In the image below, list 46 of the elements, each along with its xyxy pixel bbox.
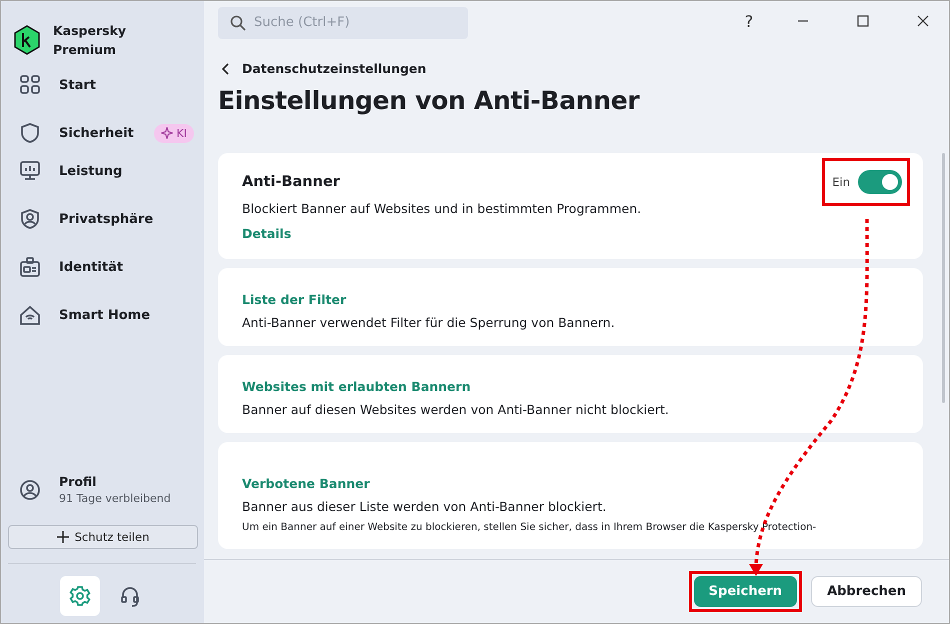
id-card-icon [19, 256, 41, 278]
app-name: Kaspersky Premium [53, 22, 128, 59]
grid-icon [19, 74, 41, 96]
share-button[interactable]: Schutz teilen [8, 525, 198, 549]
card-description: Banner aus dieser Liste werden von Anti-Banner blockiert. [242, 499, 608, 514]
nav-item[interactable]: Start [13, 65, 196, 105]
nav-item[interactable]: Smart Home [13, 295, 196, 335]
close-icon[interactable] [917, 15, 929, 27]
card-description: Anti-Banner verwendet Filter für die Sperrung von Bannern. [242, 315, 616, 330]
nav-item[interactable]: Leistung [13, 151, 196, 191]
nav-item[interactable]: Sicherheit KI [13, 113, 196, 153]
toggle-switch[interactable] [858, 170, 902, 194]
chevron-left-icon [222, 62, 230, 74]
settings-button[interactable] [60, 576, 100, 616]
card-link[interactable]: Liste der Filter [242, 292, 899, 307]
card-link[interactable]: Websites mit erlaubten Bannern [242, 379, 899, 394]
user-icon [19, 478, 41, 500]
home-wifi-icon [19, 304, 41, 326]
toggle-label: Ein [832, 175, 850, 189]
gear-icon [68, 585, 90, 607]
nav-item[interactable]: Privatsphäre [13, 199, 196, 239]
search-icon [230, 14, 246, 30]
logo-icon [13, 25, 41, 55]
nav-item[interactable]: Identität [13, 247, 196, 287]
cancel-button[interactable]: Abbrechen [811, 576, 922, 607]
page-title: Einstellungen von Anti-Banner [218, 86, 641, 115]
search-field[interactable]: Suche (Ctrl+F) [218, 6, 468, 38]
ai-badge: KI [154, 124, 194, 142]
card-description: Blockiert Banner auf Websites und in bestimmten Programmen. [242, 201, 642, 216]
card-note: Um ein Banner auf einer Website zu blockieren, stellen Sie sicher, dass in Ihrem Browser die Kaspersky Protection- [242, 522, 818, 533]
help-button[interactable]: ? [725, 12, 773, 30]
card-title: Anti-Banner [242, 174, 340, 190]
profile-label[interactable]: Profil [59, 474, 171, 489]
card-description: Banner auf diesen Websites werden von Anti-Banner nicht blockiert. [242, 402, 670, 417]
details-link[interactable]: Details [242, 226, 899, 241]
plus-icon [56, 531, 69, 543]
shield-icon [19, 122, 41, 144]
maximize-icon[interactable] [857, 15, 869, 27]
headset-icon [118, 585, 140, 607]
card-link[interactable]: Verbotene Banner [242, 476, 899, 491]
sparkle-icon [160, 127, 173, 139]
scrollbar[interactable] [942, 153, 945, 403]
back-link[interactable]: Datenschutzeinstellungen [222, 61, 949, 76]
shield-user-icon [19, 208, 41, 230]
monitor-icon [19, 160, 41, 182]
profile-subtitle: 91 Tage verbleibend [59, 492, 171, 505]
